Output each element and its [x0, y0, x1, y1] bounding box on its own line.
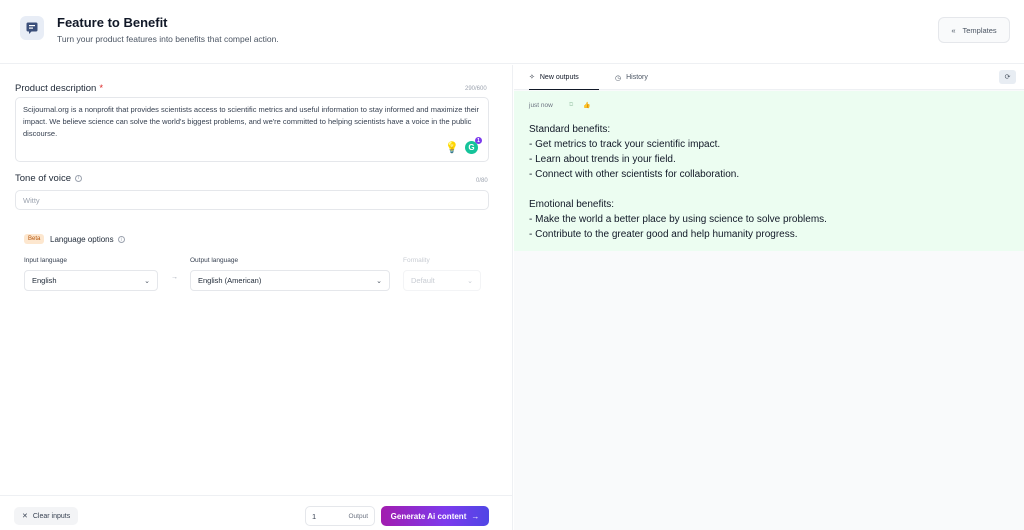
arrow-right-icon: → — [471, 511, 480, 521]
templates-label: Templates — [962, 25, 997, 35]
description-char-counter: 290/600 — [465, 86, 487, 92]
output-count-input[interactable]: 1 Output — [305, 506, 375, 526]
clock-icon: ◷ — [615, 74, 622, 82]
output-language-label: Output language — [190, 257, 239, 264]
output-count-label: Output — [348, 512, 368, 520]
input-language-select[interactable]: English ⌄ — [24, 270, 158, 291]
grammarly-icon[interactable]: G1 — [465, 137, 482, 154]
output-timestamp: just now — [529, 102, 553, 109]
thumbs-icon[interactable]: 👍 — [583, 102, 590, 109]
input-language-value: English — [32, 276, 57, 285]
tone-of-voice-label: Tone of voice i — [15, 173, 82, 184]
refresh-icon: ⟳ — [1004, 74, 1011, 81]
chevron-down-icon: ⌄ — [144, 277, 150, 285]
tone-of-voice-input[interactable]: Witty — [15, 190, 489, 210]
chevron-down-icon: ⌄ — [467, 277, 473, 285]
copy-icon[interactable]: ⧉ — [569, 102, 573, 109]
double-chevron-left-icon: « — [951, 25, 956, 35]
tab-history-label: History — [626, 74, 648, 81]
language-options-title: Language options i — [50, 235, 125, 244]
product-description-value: Scijournal.org is a nonprofit that provi… — [23, 105, 480, 138]
formality-label: Formality — [403, 257, 430, 264]
feedback-icons: ⧉ 👍 — [569, 102, 591, 109]
output-language-select[interactable]: English (American) ⌄ — [190, 270, 390, 291]
tab-new-outputs-label: New outputs — [539, 73, 579, 81]
textarea-tools: 💡 G1 — [445, 137, 482, 154]
info-icon[interactable]: i — [117, 236, 125, 244]
output-count-value: 1 — [312, 511, 317, 521]
sparkle-icon: ✧ — [529, 74, 535, 81]
chat-doc-icon — [20, 16, 44, 40]
clear-inputs-button[interactable]: ✕ Clear inputs — [14, 507, 79, 525]
page-header: Feature to Benefit Turn your product fea… — [0, 0, 1024, 64]
arrow-right-icon: → — [171, 274, 178, 281]
lightbulb-icon[interactable]: 💡 — [445, 142, 459, 154]
generate-label: Generate Ai content — [390, 511, 467, 521]
input-panel: Product description * 290/600 Scijournal.… — [0, 65, 513, 530]
output-panel: ✧ New outputs ◷ History ⟳ just now ⧉ 👍 S… — [514, 65, 1024, 530]
tone-char-counter: 0/80 — [476, 178, 488, 184]
output-text: Standard benefits: - Get metrics to trac… — [529, 124, 827, 240]
required-mark: * — [99, 83, 104, 94]
input-footer: ✕ Clear inputs 1 Output Generate Ai cont… — [0, 495, 513, 530]
output-language-value: English (American) — [198, 276, 262, 285]
tab-new-outputs[interactable]: ✧ New outputs — [529, 65, 599, 90]
product-description-textarea[interactable]: Scijournal.org is a nonprofit that provi… — [15, 97, 489, 162]
page-subtitle: Turn your product features into benefits… — [57, 34, 279, 44]
formality-select[interactable]: Default ⌄ — [403, 270, 481, 291]
output-card: just now ⧉ 👍 Standard benefits: - Get me… — [514, 91, 1024, 251]
close-icon: ✕ — [22, 513, 28, 520]
info-icon[interactable]: i — [74, 174, 82, 182]
templates-button[interactable]: « Templates — [938, 17, 1010, 43]
grammarly-count-badge: 1 — [475, 137, 482, 144]
chevron-down-icon: ⌄ — [376, 277, 382, 285]
input-language-label: Input language — [24, 257, 68, 264]
refresh-button[interactable]: ⟳ — [999, 70, 1016, 84]
tone-placeholder: Witty — [23, 195, 40, 205]
formality-value: Default — [411, 276, 435, 285]
product-description-label: Product description * — [15, 83, 104, 94]
clear-inputs-label: Clear inputs — [32, 512, 71, 520]
generate-content-button[interactable]: Generate Ai content → — [381, 506, 489, 526]
output-tabs: ✧ New outputs ◷ History ⟳ — [514, 65, 1024, 90]
beta-badge: Beta — [24, 234, 45, 244]
tab-history[interactable]: ◷ History — [615, 65, 648, 90]
page-title: Feature to Benefit — [57, 15, 168, 30]
